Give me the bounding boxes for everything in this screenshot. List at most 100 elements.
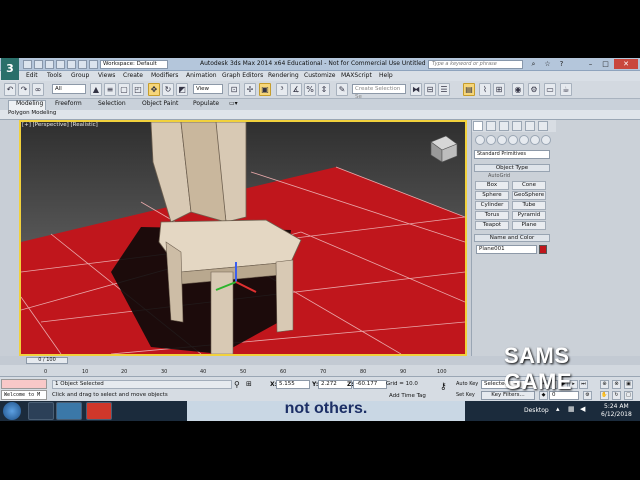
camtasia-taskbar-icon[interactable] xyxy=(86,402,112,420)
schematic-view-icon[interactable]: ⊞ xyxy=(493,83,505,96)
render-setup-icon[interactable]: ⚙ xyxy=(528,83,540,96)
space-warps-icon[interactable] xyxy=(530,135,540,145)
menu-maxscript[interactable]: MAXScript xyxy=(341,72,372,79)
object-type-rollout[interactable]: Object Type xyxy=(474,164,550,172)
scale-tool-icon[interactable]: ◩ xyxy=(176,83,188,96)
tube-button[interactable]: Tube xyxy=(512,201,546,210)
fetch-icon[interactable] xyxy=(89,60,98,69)
app-menu-icon[interactable]: 3 xyxy=(1,58,19,80)
search-icon[interactable]: ⌕ xyxy=(527,59,540,69)
geometry-icon[interactable] xyxy=(475,135,485,145)
pivot-icon[interactable]: ⊡ xyxy=(228,83,240,96)
percent-snap-icon[interactable]: % xyxy=(304,83,316,96)
clock-date[interactable]: 6/12/2018 xyxy=(601,411,632,418)
name-and-color-rollout[interactable]: Name and Color xyxy=(474,234,550,242)
create-tab-icon[interactable] xyxy=(473,121,483,131)
menu-modifiers[interactable]: Modifiers xyxy=(151,72,178,79)
redo-icon[interactable] xyxy=(67,60,76,69)
tray-arrow-icon[interactable]: ▴ xyxy=(556,405,560,413)
cylinder-button[interactable]: Cylinder xyxy=(475,201,509,210)
tab-object-paint[interactable]: Object Paint xyxy=(142,100,178,107)
menu-views[interactable]: Views xyxy=(98,72,115,79)
object-name-field[interactable]: Plane001 xyxy=(476,245,537,254)
menu-rendering[interactable]: Rendering xyxy=(268,72,299,79)
menu-graph-editors[interactable]: Graph Editors xyxy=(222,72,263,79)
lock-selection-icon[interactable]: ⚲ xyxy=(234,380,240,389)
tab-populate[interactable]: Populate xyxy=(193,100,219,107)
rotate-tool-icon[interactable]: ↻ xyxy=(162,83,174,96)
object-color-swatch[interactable] xyxy=(539,245,547,254)
select-by-name-icon[interactable]: ≡ xyxy=(104,83,116,96)
angle-snap-icon[interactable]: ∡ xyxy=(290,83,302,96)
set-keys-icon[interactable]: ⚷ xyxy=(440,382,447,392)
window-crossing-icon[interactable]: ◰ xyxy=(132,83,144,96)
ie-taskbar-icon[interactable] xyxy=(28,402,54,420)
z-coordinate-field[interactable]: -60.177 xyxy=(353,380,387,389)
curve-editor-icon[interactable]: ⌇ xyxy=(479,83,491,96)
viewport-label[interactable]: [+] [Perspective] [Realistic] xyxy=(22,122,98,128)
desktop-toolbar-label[interactable]: Desktop xyxy=(524,407,549,414)
help-icon[interactable]: ? xyxy=(555,59,568,69)
menu-tools[interactable]: Tools xyxy=(47,72,62,79)
close-icon[interactable]: ✕ xyxy=(614,59,638,69)
absolute-mode-icon[interactable]: ⊞ xyxy=(246,380,252,388)
helpers-icon[interactable] xyxy=(519,135,529,145)
sphere-button[interactable]: Sphere xyxy=(475,191,509,200)
cameras-icon[interactable] xyxy=(508,135,518,145)
start-button-icon[interactable] xyxy=(3,402,21,420)
auto-key-button[interactable]: Auto Key xyxy=(456,380,478,389)
minimize-icon[interactable]: – xyxy=(584,59,597,69)
render-production-icon[interactable]: ☕ xyxy=(560,83,572,96)
teapot-button[interactable]: Teapot xyxy=(475,221,509,230)
menu-help[interactable]: Help xyxy=(379,72,393,79)
3dsmax-taskbar-icon[interactable] xyxy=(56,402,82,420)
set-key-button[interactable]: Set Key xyxy=(456,391,475,400)
save-file-icon[interactable] xyxy=(45,60,54,69)
maxscript-listener-output[interactable] xyxy=(1,379,47,389)
rendered-frame-icon[interactable]: ▭ xyxy=(544,83,556,96)
rect-selection-icon[interactable]: ▢ xyxy=(118,83,130,96)
snap-toggle-icon[interactable]: ³ xyxy=(276,83,288,96)
motion-tab-icon[interactable] xyxy=(512,121,522,131)
utilities-tab-icon[interactable] xyxy=(538,121,548,131)
primitive-category-select[interactable]: Standard Primitives xyxy=(474,150,550,159)
menu-customize[interactable]: Customize xyxy=(304,72,336,79)
search-input[interactable]: Type a keyword or phrase xyxy=(428,60,523,69)
autogrid-checkbox[interactable]: AutoGrid xyxy=(488,173,510,179)
x-coordinate-field[interactable]: 5.155 xyxy=(276,380,310,389)
geosphere-button[interactable]: GeoSphere xyxy=(512,191,546,200)
new-file-icon[interactable] xyxy=(23,60,32,69)
network-icon[interactable]: ▦ xyxy=(568,405,575,413)
torus-button[interactable]: Torus xyxy=(475,211,509,220)
named-selection-select[interactable]: Create Selection Se xyxy=(352,84,406,100)
align-icon[interactable]: ⊟ xyxy=(424,83,436,96)
info-icon[interactable]: ☆ xyxy=(541,59,554,69)
mirror-icon[interactable]: ⧓ xyxy=(410,83,422,96)
workspace-select[interactable]: Workspace: Default xyxy=(100,60,168,69)
layer-manager-icon[interactable]: ☰ xyxy=(438,83,450,96)
plane-button[interactable]: Plane xyxy=(512,221,546,230)
open-file-icon[interactable] xyxy=(34,60,43,69)
menu-animation[interactable]: Animation xyxy=(186,72,217,79)
time-slider[interactable]: 0 / 100 xyxy=(26,357,68,364)
redo-tool-icon[interactable]: ↷ xyxy=(18,83,30,96)
move-tool-icon[interactable]: ✥ xyxy=(148,83,160,96)
add-time-tag[interactable]: Add Time Tag xyxy=(389,393,426,399)
select-manipulate-icon[interactable]: ✢ xyxy=(244,83,256,96)
modify-tab-icon[interactable] xyxy=(486,121,496,131)
systems-icon[interactable] xyxy=(541,135,551,145)
shapes-icon[interactable] xyxy=(486,135,496,145)
tab-selection[interactable]: Selection xyxy=(98,100,126,107)
menu-create[interactable]: Create xyxy=(123,72,143,79)
undo-icon[interactable] xyxy=(56,60,65,69)
menu-group[interactable]: Group xyxy=(71,72,89,79)
undo-tool-icon[interactable]: ↶ xyxy=(4,83,16,96)
reference-coordinate-select[interactable]: View xyxy=(193,84,223,94)
display-tab-icon[interactable] xyxy=(525,121,535,131)
ribbon-panel-label[interactable]: Polygon Modeling xyxy=(8,110,56,116)
edit-named-selection-icon[interactable]: ✎ xyxy=(336,83,348,96)
tab-freeform[interactable]: Freeform xyxy=(55,100,82,107)
graphite-toggle-icon[interactable]: ▤ xyxy=(463,83,475,96)
ribbon-options-icon[interactable]: ▭▾ xyxy=(229,100,238,107)
pyramid-button[interactable]: Pyramid xyxy=(512,211,546,220)
